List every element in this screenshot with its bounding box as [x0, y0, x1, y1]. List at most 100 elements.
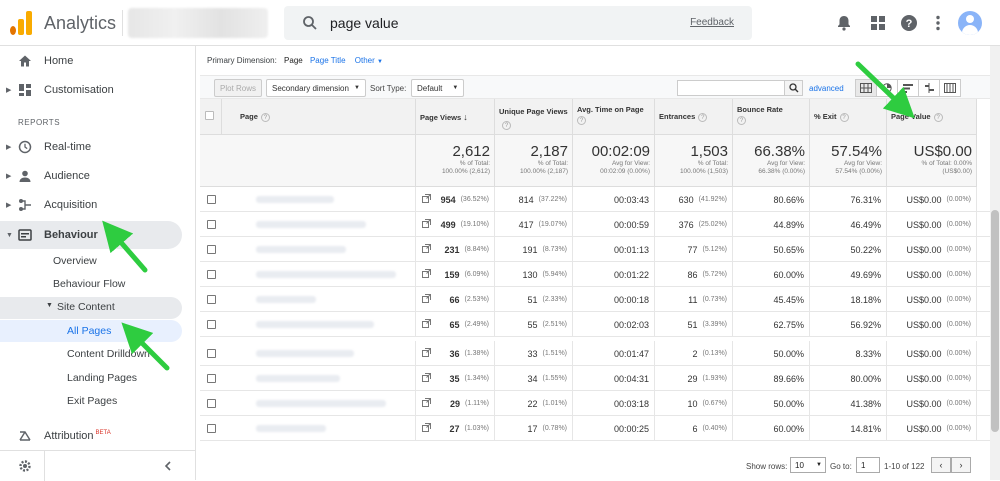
help-icon[interactable]: ?: [502, 120, 511, 130]
sidebar-item-realtime[interactable]: ▶ Real-time: [0, 133, 182, 161]
search-box[interactable]: Feedback: [284, 6, 752, 40]
help-icon[interactable]: ?: [260, 112, 270, 122]
row-checkbox[interactable]: [207, 399, 216, 408]
apps-grid-icon[interactable]: [868, 13, 888, 33]
sort-desc-arrow-icon: ↓: [463, 112, 468, 122]
sidebar-footer: [0, 450, 196, 481]
redacted-page-path: [256, 400, 386, 407]
row-checkbox[interactable]: [207, 349, 216, 358]
scrollbar-thumb[interactable]: [991, 210, 999, 432]
sidebar-item-label: Audience: [44, 170, 90, 182]
row-checkbox[interactable]: [207, 245, 216, 254]
advanced-filter-link[interactable]: advanced: [809, 84, 844, 93]
bell-icon[interactable]: [834, 13, 854, 33]
cell-entrances: 29 (1.93%): [655, 366, 733, 391]
divider: [122, 10, 123, 36]
column-header-bounce-rate[interactable]: Bounce Rate?: [733, 99, 810, 135]
help-icon[interactable]: ?: [899, 13, 919, 33]
cell-page[interactable]: [222, 237, 431, 262]
row-checkbox[interactable]: [207, 195, 216, 204]
help-icon[interactable]: ?: [698, 112, 708, 122]
table-row: 159 (6.09%) 130 (5.94%) 00:01:22 86 (5.72%) 60.…: [200, 262, 1000, 287]
pivot-view-button[interactable]: [939, 79, 961, 97]
pie-view-button[interactable]: [876, 79, 898, 97]
cell-page[interactable]: [222, 366, 431, 391]
table-row: 65 (2.49%) 55 (2.51%) 00:02:03 51 (3.39%) 62.75…: [200, 312, 1000, 337]
help-icon[interactable]: ?: [933, 112, 943, 122]
data-table-view-button[interactable]: [855, 79, 877, 97]
cell-page[interactable]: [222, 212, 431, 237]
primary-dimension-page-title[interactable]: Page Title: [310, 56, 346, 65]
sidebar-sub-exit-pages[interactable]: Exit Pages: [67, 395, 117, 407]
row-checkbox[interactable]: [207, 220, 216, 229]
column-header-avg-time[interactable]: Avg. Time on Page?: [573, 99, 655, 135]
row-checkbox[interactable]: [207, 374, 216, 383]
prev-page-button[interactable]: ‹: [931, 457, 951, 473]
page-scrollbar[interactable]: [990, 46, 1000, 480]
row-checkbox[interactable]: [207, 295, 216, 304]
table-search-button[interactable]: [784, 81, 802, 95]
account-avatar[interactable]: [958, 11, 982, 35]
cell-page[interactable]: [222, 312, 431, 337]
sidebar-sub-overview[interactable]: Overview: [53, 255, 97, 267]
sidebar-sub-behaviour-flow[interactable]: Behaviour Flow: [53, 278, 125, 290]
sidebar-sub-landing-pages[interactable]: Landing Pages: [67, 372, 137, 384]
cell-bounce-rate: 60.00%: [733, 416, 810, 441]
cell-exit: 46.49%: [810, 212, 887, 237]
column-header-page-views[interactable]: Page Views ↓: [416, 99, 495, 135]
cell-exit: 56.92%: [810, 312, 887, 337]
row-checkbox[interactable]: [207, 320, 216, 329]
row-checkbox[interactable]: [207, 270, 216, 279]
column-header-unique-page-views[interactable]: Unique Page Views?: [495, 99, 573, 135]
redacted-page-path: [256, 350, 354, 357]
sidebar-item-acquisition[interactable]: ▶ Acquisition: [0, 191, 182, 219]
sidebar-item-attribution[interactable]: Attribution BETA: [0, 422, 182, 450]
total-unique-page-views: 2,187% of Total: 100.00% (2,187): [495, 135, 573, 187]
sidebar-item-customisation[interactable]: ▶ Customisation: [0, 76, 182, 104]
cell-page[interactable]: [222, 416, 431, 441]
table-filter-input[interactable]: [677, 80, 803, 96]
secondary-dimension-dropdown[interactable]: Secondary dimension ▼: [266, 79, 366, 97]
cell-avg-time: 00:01:22: [573, 262, 655, 287]
sidebar-item-home[interactable]: Home: [0, 47, 182, 75]
column-header-exit[interactable]: % Exit?: [810, 99, 887, 135]
performance-view-button[interactable]: [897, 79, 919, 97]
more-vert-icon[interactable]: [928, 13, 948, 33]
show-rows-select[interactable]: 10 ▼: [790, 457, 826, 473]
row-checkbox[interactable]: [207, 424, 216, 433]
cell-page[interactable]: [222, 262, 431, 287]
primary-dimension-current: Page: [284, 56, 303, 65]
help-icon[interactable]: ?: [577, 116, 586, 125]
primary-dimension-other[interactable]: Other ▼: [355, 56, 383, 65]
cell-avg-time: 00:03:43: [573, 187, 655, 212]
account-selector[interactable]: [128, 8, 268, 38]
select-all-checkbox[interactable]: [205, 111, 214, 120]
goto-input[interactable]: 1: [856, 457, 880, 473]
search-input[interactable]: [330, 13, 630, 33]
sidebar-sub-content-drilldown[interactable]: Content Drilldown: [67, 348, 150, 360]
plot-rows-button[interactable]: Plot Rows: [214, 79, 263, 97]
comparison-view-button[interactable]: [918, 79, 940, 97]
analytics-logo-icon[interactable]: [10, 11, 34, 35]
redacted-page-path: [256, 271, 396, 278]
help-icon[interactable]: ?: [839, 112, 849, 122]
cell-avg-time: 00:04:31: [573, 366, 655, 391]
help-icon[interactable]: ?: [737, 116, 746, 125]
sidebar-sub-all-pages[interactable]: All Pages: [67, 325, 111, 337]
column-header-page[interactable]: Page?: [222, 99, 416, 135]
column-header-entrances[interactable]: Entrances?: [655, 99, 733, 135]
sidebar-item-audience[interactable]: ▶ Audience: [0, 162, 182, 190]
column-header-page-value[interactable]: Page Value?: [887, 99, 977, 135]
collapse-sidebar-icon[interactable]: [162, 460, 174, 472]
cell-page[interactable]: [222, 187, 431, 212]
next-page-button[interactable]: ›: [951, 457, 971, 473]
cell-page-value: US$0.00 (0.00%): [887, 312, 977, 337]
cell-page[interactable]: [222, 287, 431, 312]
cell-page[interactable]: [222, 391, 431, 416]
feedback-link[interactable]: Feedback: [690, 17, 734, 28]
cell-page-views: 499 (19.10%): [416, 212, 495, 237]
gear-icon[interactable]: [18, 459, 32, 473]
sidebar-item-behaviour[interactable]: ▼ Behaviour: [0, 221, 182, 249]
sort-type-dropdown[interactable]: Default ▼: [411, 79, 465, 97]
cell-page[interactable]: [222, 341, 431, 366]
